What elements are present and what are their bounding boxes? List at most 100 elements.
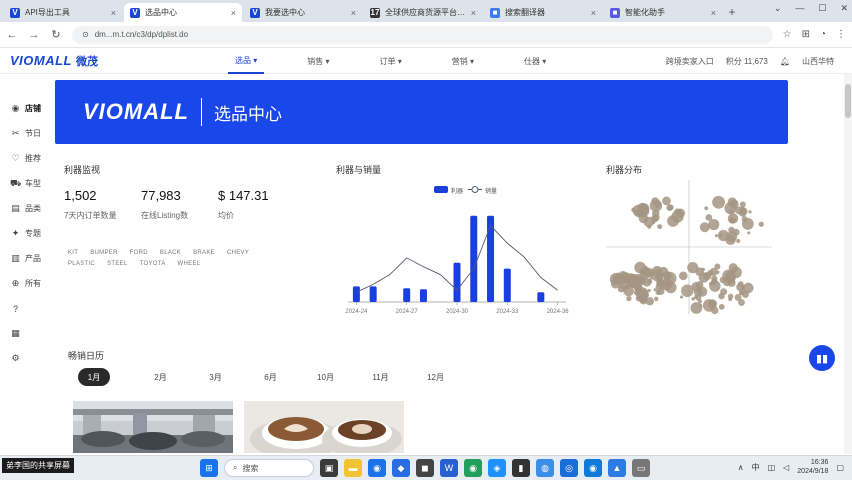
network-icon[interactable]: ◫ <box>768 463 776 472</box>
sidebar-item[interactable]: ⚙ <box>0 346 50 371</box>
month-tab[interactable]: 3月 <box>188 368 243 386</box>
keyword-tag[interactable]: TOYOTA <box>140 261 166 267</box>
keyword-tag[interactable]: PLASTIC <box>68 261 95 267</box>
app-icon-4[interactable]: ◈ <box>488 459 506 477</box>
keyword-tag[interactable]: BRAKE <box>193 250 215 256</box>
chrome-icon[interactable]: ◉ <box>368 459 386 477</box>
volume-icon[interactable]: ◁ <box>783 463 789 472</box>
reload-icon[interactable]: ↻ <box>50 28 62 41</box>
browser-tab[interactable]: V 我要选中心 × <box>244 3 362 22</box>
top-nav-item[interactable]: 销售 ▾ <box>300 48 336 74</box>
profit-chart-title: 利器与销量 <box>336 165 382 175</box>
sidebar-item[interactable]: ? <box>0 296 50 321</box>
stat-orders-label: 7天内订单数量 <box>64 211 117 220</box>
browser-tab[interactable]: ■ 搜索翻译器 × <box>484 3 602 22</box>
tab-close-icon[interactable]: × <box>111 8 116 18</box>
app-icon-8[interactable]: ◉ <box>584 459 602 477</box>
month-tab[interactable]: 1月 <box>78 368 110 386</box>
sidebar-item[interactable]: ▥ 产品 <box>0 246 50 271</box>
scatter-point <box>651 220 656 225</box>
close-window-icon[interactable]: ✕ <box>840 3 848 14</box>
bookmark-star-icon[interactable]: ☆ <box>783 29 792 40</box>
coffee-photo[interactable] <box>244 401 404 453</box>
car-lot-photo[interactable] <box>73 401 233 453</box>
app-icon-10[interactable]: ▭ <box>632 459 650 477</box>
app-icon-2[interactable]: ◼ <box>416 459 434 477</box>
user-name[interactable]: 山西华特 <box>802 56 834 67</box>
sidebar-item[interactable]: ✦ 专题 <box>0 221 50 246</box>
menu-icon[interactable]: ⋮ <box>836 29 846 40</box>
tab-search-icon[interactable]: ⌄ <box>774 3 782 14</box>
tab-close-icon[interactable]: × <box>711 8 716 18</box>
extensions-icon[interactable]: ⊞ <box>802 29 810 40</box>
scatter-point <box>649 199 663 212</box>
month-tab[interactable]: 10月 <box>298 368 353 386</box>
sidebar-item[interactable]: ⊕ 所有 <box>0 271 50 296</box>
notification-bell-icon[interactable]: 🔔︎ <box>780 57 790 66</box>
sidebar-item[interactable]: ♡ 推荐 <box>0 146 50 171</box>
sidebar-icon: ⛟ <box>10 177 22 188</box>
scatter-point <box>735 206 744 215</box>
scrollbar-thumb[interactable] <box>845 84 851 118</box>
browser-tab[interactable]: V 选品中心 × <box>124 3 242 22</box>
scatter-point <box>647 278 653 284</box>
windows-start-icon[interactable]: ⊞ <box>200 459 218 477</box>
month-tab[interactable]: 6月 <box>243 368 298 386</box>
browser-tab[interactable]: 17 全球供应商货源平台 | 17T × <box>364 3 482 22</box>
sidebar-item[interactable]: ⛟ 车型 <box>0 171 50 196</box>
tray-expand-icon[interactable]: ∧ <box>738 463 744 472</box>
month-tab[interactable]: 11月 <box>353 368 408 386</box>
app-icon-3[interactable]: ◉ <box>464 459 482 477</box>
word-icon[interactable]: W <box>440 459 458 477</box>
month-tab[interactable]: 2月 <box>133 368 188 386</box>
month-tab[interactable]: 12月 <box>408 368 463 386</box>
keyword-tag[interactable]: BLACK <box>160 250 181 256</box>
ime-indicator[interactable]: 中 <box>752 462 760 473</box>
profile-icon[interactable]: ◔ <box>820 29 826 40</box>
tab-close-icon[interactable]: × <box>591 8 596 18</box>
app-icon-5[interactable]: ▮ <box>512 459 530 477</box>
taskbar-search[interactable]: ⌕ 搜索 <box>224 459 314 477</box>
scatter-point <box>647 288 651 293</box>
task-view-icon[interactable]: ▣ <box>320 459 338 477</box>
keyword-tag[interactable]: FORD <box>130 250 148 256</box>
app-logo[interactable]: VIOMALL <box>10 53 72 68</box>
app-icon-6[interactable]: ◍ <box>536 459 554 477</box>
tab-close-icon[interactable]: × <box>471 8 476 18</box>
browser-tab[interactable]: V API导出工具 × <box>4 3 122 22</box>
sidebar-item[interactable]: ✂ 节日 <box>0 121 50 146</box>
sidebar-item-label: 产品 <box>25 254 41 263</box>
minimize-icon[interactable]: — <box>795 3 804 14</box>
top-nav-item[interactable]: 仕器 ▾ <box>517 48 553 74</box>
keyword-tag[interactable]: CHEVY <box>227 250 249 256</box>
file-explorer-icon[interactable]: ▬ <box>344 459 362 477</box>
new-tab-button[interactable]: + <box>724 4 740 20</box>
tab-close-icon[interactable]: × <box>351 8 356 18</box>
sidebar-item[interactable]: ▦ <box>0 321 50 346</box>
app-icon-9[interactable]: ▲ <box>608 459 626 477</box>
keyword-tag[interactable]: BUMPER <box>90 250 117 256</box>
keyword-tag[interactable]: KIT <box>68 250 78 256</box>
top-nav-item[interactable]: 选品 ▾ <box>228 48 265 74</box>
bar-mark <box>470 215 478 302</box>
chat-fab-button[interactable]: ▮▮ <box>809 345 835 371</box>
app-icon-7[interactable]: ◎ <box>560 459 578 477</box>
sidebar-item[interactable]: ▤ 品类 <box>0 196 50 221</box>
clock[interactable]: 16:36 2024/9/18 <box>797 458 828 476</box>
seller-entry-link[interactable]: 跨境卖家入口 <box>666 56 714 67</box>
site-info-icon[interactable]: ⊙ <box>82 30 89 39</box>
notifications-icon[interactable]: ▢ <box>836 463 844 472</box>
maximize-icon[interactable]: ☐ <box>818 3 826 14</box>
page-scrollbar[interactable] <box>844 74 852 454</box>
url-field[interactable]: ⊙ dm...m.t.cn/c3/dp/dplist.do <box>72 25 773 44</box>
sidebar-item[interactable]: ◉ 店铺 <box>0 96 50 121</box>
tab-close-icon[interactable]: × <box>231 8 236 18</box>
top-nav-item[interactable]: 营销 ▾ <box>445 48 481 74</box>
top-nav-item[interactable]: 订单 ▾ <box>373 48 409 74</box>
back-icon[interactable]: ← <box>6 29 18 41</box>
keyword-tag[interactable]: WHEEL <box>178 261 201 267</box>
browser-tab[interactable]: ■ 智能化助手 × <box>604 3 722 22</box>
forward-icon[interactable]: → <box>28 29 40 41</box>
keyword-tag[interactable]: STEEL <box>107 261 128 267</box>
app-icon-1[interactable]: ◆ <box>392 459 410 477</box>
